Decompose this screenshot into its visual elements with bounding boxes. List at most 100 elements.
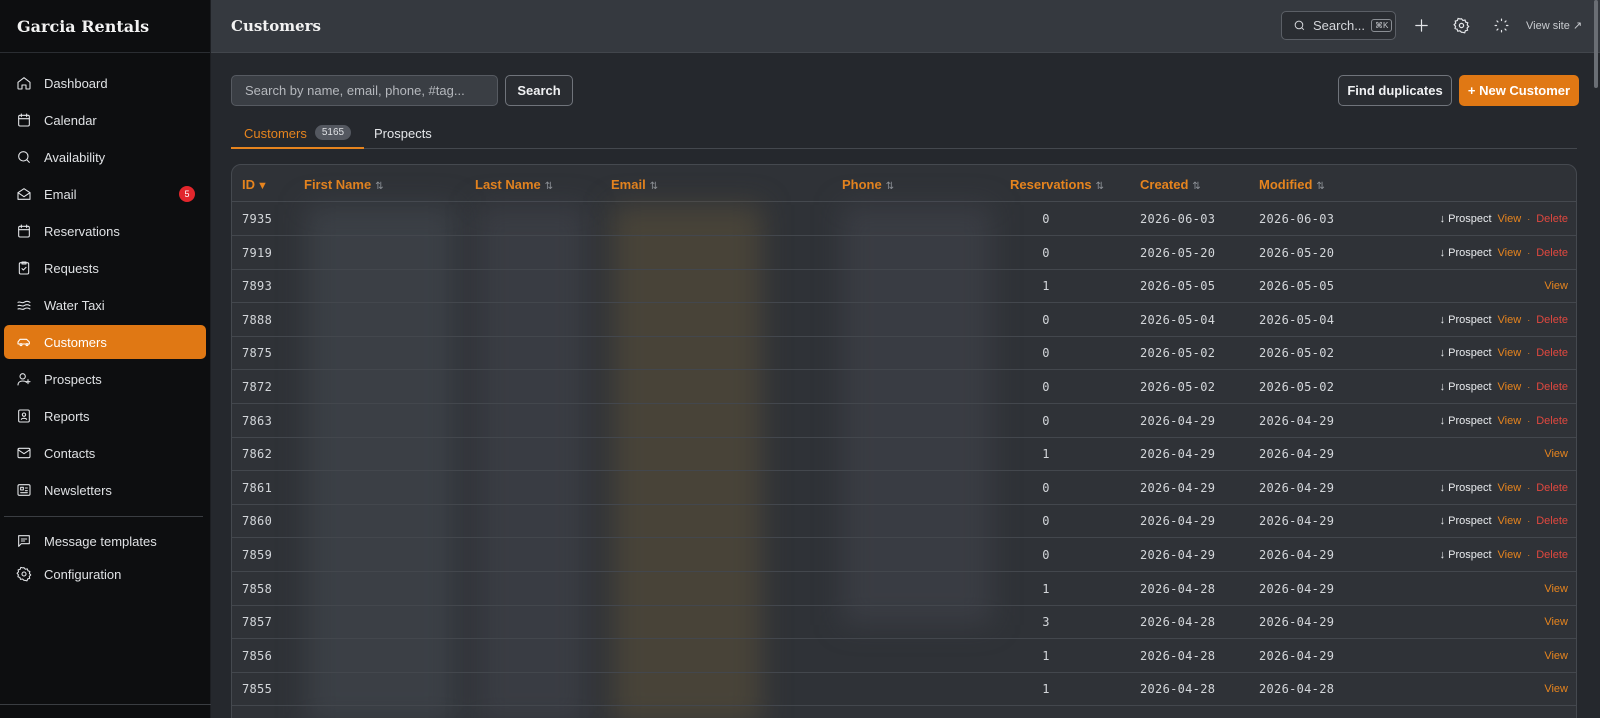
view-link[interactable]: View [1498,347,1522,359]
delete-link[interactable]: Delete [1536,314,1568,326]
move-to-prospect-link[interactable]: ↓ Prospect [1440,549,1492,561]
brand-logo[interactable]: Garcia Rentals [0,0,210,53]
row-actions: View [1544,650,1568,662]
row-actions: View [1544,683,1568,695]
view-link[interactable]: View [1498,482,1522,494]
customer-search-input[interactable] [231,75,498,106]
view-link[interactable]: View [1498,381,1522,393]
move-to-prospect-link[interactable]: ↓ Prospect [1440,482,1492,494]
modified-date: 2026-04-29 [1259,413,1335,428]
settings-button[interactable] [1452,16,1470,34]
action-separator: · [1527,214,1531,224]
column-header-reservations[interactable]: Reservations ⇅ [1010,177,1104,192]
column-header-first-name[interactable]: First Name ⇅ [304,177,384,192]
delete-link[interactable]: Delete [1536,347,1568,359]
row-actions: View [1544,448,1568,460]
sidebar-item-customers[interactable]: Customers [4,325,206,359]
delete-link[interactable]: Delete [1536,415,1568,427]
table-row[interactable]: 7861 0 2026-04-29 2026-04-29 ↓ Prospect View ·… [232,471,1576,505]
view-link[interactable]: View [1498,415,1522,427]
sidebar-item-message-templates[interactable]: Message templates [4,526,206,556]
sidebar-item-water-taxi[interactable]: Water Taxi [4,288,206,322]
tabs: Customers 5165 Prospects [231,121,1577,149]
view-link[interactable]: View [1544,683,1568,695]
table-row[interactable]: 7875 0 2026-05-02 2026-05-02 ↓ Prospect View ·… [232,336,1576,371]
delete-link[interactable]: Delete [1536,213,1568,225]
view-link[interactable]: View [1498,314,1522,326]
move-to-prospect-link[interactable]: ↓ Prospect [1440,347,1492,359]
table-row[interactable]: 7893 1 2026-05-05 2026-05-05 View [232,269,1576,304]
sidebar-item-newsletters[interactable]: Newsletters [4,473,206,507]
sidebar-item-email[interactable]: Email 5 [4,177,206,211]
table-row[interactable]: 7872 0 2026-05-02 2026-05-02 ↓ Prospect View ·… [232,370,1576,404]
table-row[interactable]: 7919 0 2026-05-20 2026-05-20 ↓ Prospect View ·… [232,236,1576,270]
table-row[interactable]: 7888 0 2026-05-04 2026-05-04 ↓ Prospect View ·… [232,303,1576,337]
move-to-prospect-link[interactable]: ↓ Prospect [1440,515,1492,527]
row-actions: ↓ Prospect View · Delete [1440,213,1568,225]
table-row[interactable]: 7863 0 2026-04-29 2026-04-29 ↓ Prospect View ·… [232,404,1576,438]
sidebar-item-configuration[interactable]: Configuration [4,559,206,589]
move-to-prospect-link[interactable]: ↓ Prospect [1440,415,1492,427]
new-customer-button[interactable]: + New Customer [1459,75,1579,106]
delete-link[interactable]: Delete [1536,381,1568,393]
view-link[interactable]: View [1498,549,1522,561]
delete-link[interactable]: Delete [1536,549,1568,561]
delete-link[interactable]: Delete [1536,247,1568,259]
view-link[interactable]: View [1544,280,1568,292]
row-actions: ↓ Prospect View · Delete [1440,347,1568,359]
table-row[interactable]: 7856 1 2026-04-28 2026-04-29 View [232,639,1576,673]
page-title: Customers [231,17,321,35]
find-duplicates-button[interactable]: Find duplicates [1338,75,1452,106]
sidebar-item-requests[interactable]: Requests [4,251,206,285]
column-header-last-name[interactable]: Last Name ⇅ [475,177,553,192]
created-date: 2026-04-29 [1140,514,1216,529]
delete-link[interactable]: Delete [1536,482,1568,494]
view-link[interactable]: View [1498,515,1522,527]
move-to-prospect-link[interactable]: ↓ Prospect [1440,213,1492,225]
view-site-link[interactable]: View site ↗ [1526,19,1582,32]
table-row[interactable]: 7859 0 2026-04-29 2026-04-29 ↓ Prospect View ·… [232,538,1576,572]
view-link[interactable]: View [1498,213,1522,225]
loading-button[interactable] [1492,16,1510,34]
view-link[interactable]: View [1544,650,1568,662]
sidebar-item-calendar[interactable]: Calendar [4,103,206,137]
column-header-id[interactable]: ID ▼ [242,177,268,192]
view-link[interactable]: View [1544,616,1568,628]
created-date: 2026-05-04 [1140,312,1216,327]
tab-customers[interactable]: Customers 5165 [231,121,365,149]
view-link[interactable]: View [1498,247,1522,259]
table-row[interactable]: 7857 3 2026-04-28 2026-04-29 View [232,605,1576,640]
reservation-count: 0 [1042,548,1050,562]
table-row[interactable]: 7858 1 2026-04-28 2026-04-29 View [232,572,1576,606]
move-to-prospect-link[interactable]: ↓ Prospect [1440,314,1492,326]
move-to-prospect-link[interactable]: ↓ Prospect [1440,247,1492,259]
column-header-created[interactable]: Created ⇅ [1140,177,1201,192]
sidebar-item-availability[interactable]: Availability [4,140,206,174]
row-actions: ↓ Prospect View · Delete [1440,515,1568,527]
column-header-phone[interactable]: Phone ⇅ [842,177,894,192]
table-row[interactable]: 7860 0 2026-04-29 2026-04-29 ↓ Prospect View ·… [232,504,1576,539]
column-header-email[interactable]: Email ⇅ [611,177,658,192]
sidebar-item-prospects[interactable]: Prospects [4,362,206,396]
customer-id: 7935 [242,212,273,226]
sort-icon: ⇅ [1095,181,1105,192]
move-to-prospect-link[interactable]: ↓ Prospect [1440,381,1492,393]
sidebar-item-reservations[interactable]: Reservations [4,214,206,248]
view-link[interactable]: View [1544,583,1568,595]
sidebar-item-reports[interactable]: Reports [4,399,206,433]
sidebar-item-contacts[interactable]: Contacts [4,436,206,470]
view-link[interactable]: View [1544,448,1568,460]
column-header-modified[interactable]: Modified ⇅ [1259,177,1325,192]
add-button[interactable] [1412,16,1430,34]
action-separator: · [1527,314,1531,325]
delete-link[interactable]: Delete [1536,515,1568,527]
search-button[interactable]: Search [505,75,573,106]
table-row[interactable]: 7862 1 2026-04-29 2026-04-29 View [232,437,1576,472]
table-row[interactable]: 7855 1 2026-04-28 2026-04-28 View [232,672,1576,707]
mail-open-icon [15,186,32,203]
global-search-button[interactable]: Search... ⌘K [1281,11,1396,40]
sidebar-item-dashboard[interactable]: Dashboard [4,66,206,100]
tab-prospects[interactable]: Prospects [374,121,432,149]
table-row[interactable]: 7935 0 2026-06-03 2026-06-03 ↓ Prospect View ·… [232,202,1576,236]
sidebar-nav: Dashboard Calendar Availability Email 5 Reser… [0,53,210,589]
